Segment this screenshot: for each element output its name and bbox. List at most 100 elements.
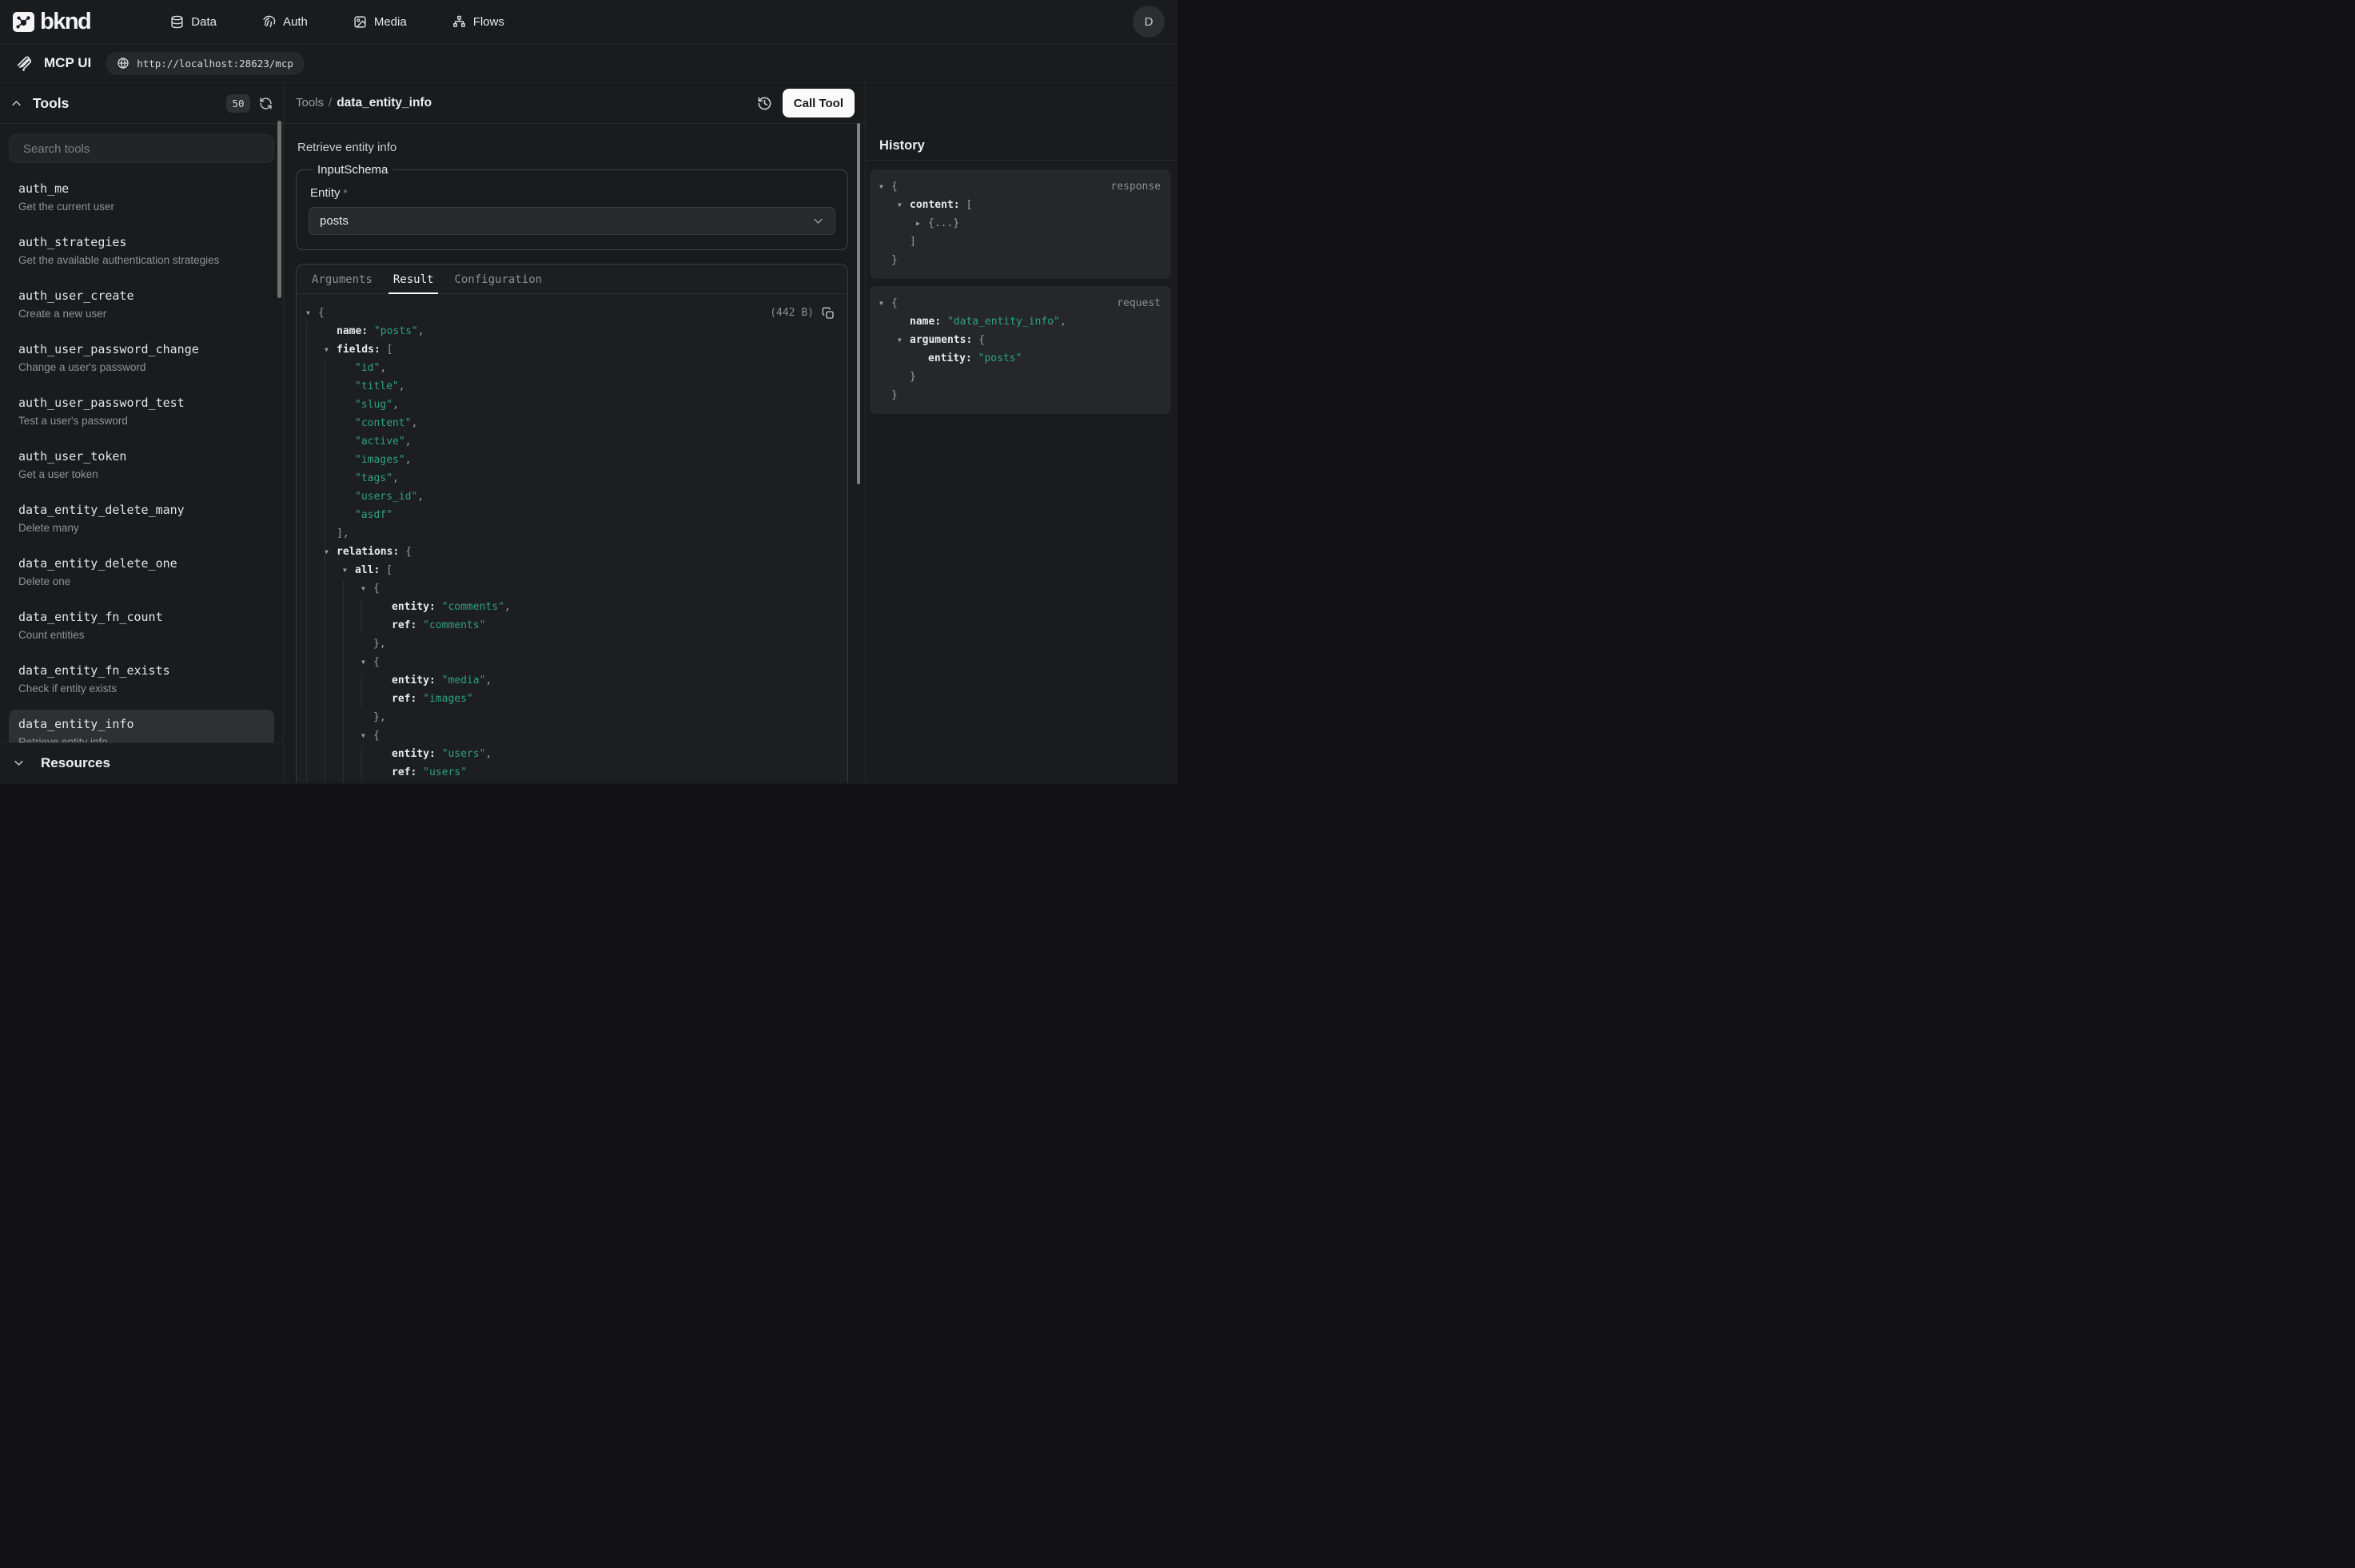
json-row[interactable]: ▼arguments: { [875,331,1162,349]
tool-item-desc: Get a user token [18,468,265,481]
collapse-icon[interactable]: ▼ [343,561,355,579]
collapse-icon[interactable]: ▼ [898,331,910,349]
json-row[interactable]: ▼fields: [ [301,340,836,359]
required-asterisk: * [344,187,348,199]
indent-guide [343,580,344,782]
copy-button[interactable] [822,307,835,320]
collapse-icon[interactable]: ▼ [361,579,373,598]
tool-item-auth_user_token[interactable]: auth_user_tokenGet a user token [9,442,274,488]
tool-item-name: data_entity_fn_count [18,610,265,625]
collapse-icon[interactable]: ▼ [361,726,373,745]
tool-item-auth_me[interactable]: auth_meGet the current user [9,174,274,221]
history-clock-icon [757,96,772,111]
collapse-icon[interactable]: ▼ [361,653,373,671]
json-row[interactable]: ▶{...} [875,214,1162,233]
json-row[interactable]: ▼{ [301,726,836,745]
tool-item-desc: Get the current user [18,200,265,213]
mcp-url-pill[interactable]: http://localhost:28623/mcp [106,52,305,75]
user-avatar[interactable]: D [1133,6,1165,38]
json-row[interactable]: ▼{ [301,304,836,322]
json-row: } [875,386,1162,404]
entity-select-value: posts [320,214,349,228]
search-input[interactable] [22,141,261,157]
nav-item-data[interactable]: Data [170,15,217,29]
call-tool-button[interactable]: Call Tool [783,89,855,117]
json-row[interactable]: ▼content: [ [875,196,1162,214]
nav-label: Flows [473,15,504,29]
tool-item-name: auth_user_password_test [18,396,265,411]
collapse-icon[interactable]: ▼ [879,294,891,312]
tab-result[interactable]: Result [389,266,439,293]
copy-icon [822,307,835,320]
expand-icon[interactable]: ▶ [916,214,928,233]
refresh-tools-button[interactable] [259,97,273,110]
tab-arguments[interactable]: Arguments [307,266,377,293]
json-row: entity: "users", [301,745,836,763]
tool-detail-header: Tools/data_entity_info Call Tool [284,83,865,124]
tool-item-desc: Retrieve entity info [18,735,265,742]
history-entry-response[interactable]: response▼{▼content: [▶{...}]} [870,169,1171,279]
json-row: ref: "comments" [301,616,836,635]
json-row: name: "posts", [301,322,836,340]
json-row: entity: "comments", [301,598,836,616]
brand-name: bknd [40,9,90,35]
json-row[interactable]: ▼all: [ [301,561,836,579]
main-scrollbar[interactable] [857,123,860,484]
json-row[interactable]: ▼{ [301,579,836,598]
tool-item-desc: Delete one [18,575,265,588]
collapse-icon[interactable]: ▼ [325,340,337,359]
tool-item-data_entity_fn_exists[interactable]: data_entity_fn_existsCheck if entity exi… [9,656,274,702]
chevron-down-icon [13,757,25,769]
json-row: }, [301,708,836,726]
result-json-view: ▼{name: "posts",▼fields: ["id","title","… [297,294,847,782]
nav-item-media[interactable]: Media [353,15,407,29]
input-schema-legend: InputSchema [313,163,392,177]
call-history-button[interactable] [757,96,772,111]
history-entry-request[interactable]: request▼{name: "data_entity_info",▼argum… [870,286,1171,414]
collapse-icon[interactable]: ▼ [879,177,891,196]
chevron-down-icon [812,215,824,227]
nav-item-flows[interactable]: Flows [452,15,504,29]
json-row: "asdf" [301,506,836,524]
content-shell: Tools 50 auth_meGet the current user auth… [0,83,1178,782]
tool-item-auth_strategies[interactable]: auth_strategiesGet the available authent… [9,228,274,274]
brand-logo[interactable]: bknd [13,9,90,35]
workflow-icon [452,15,466,29]
tool-item-auth_user_password_test[interactable]: auth_user_password_testTest a user's pas… [9,388,274,435]
breadcrumb-tool-name: data_entity_info [337,96,432,109]
tool-item-data_entity_fn_count[interactable]: data_entity_fn_countCount entities [9,603,274,649]
tools-section-title: Tools [33,95,69,112]
nav-label: Media [374,15,407,29]
fingerprint-icon [262,15,276,29]
tool-item-data_entity_delete_one[interactable]: data_entity_delete_oneDelete one [9,549,274,595]
tool-item-auth_user_create[interactable]: auth_user_createCreate a new user [9,281,274,328]
json-row: "content", [301,414,836,432]
collapse-icon[interactable]: ▼ [898,196,910,214]
history-list: response▼{▼content: [▶{...}]}request▼{na… [866,161,1178,421]
tool-item-data_entity_info[interactable]: data_entity_infoRetrieve entity info [9,710,274,742]
collapse-icon[interactable]: ▼ [325,543,337,561]
sidebar-scrollbar[interactable] [277,121,281,298]
json-row: ] [875,233,1162,251]
entity-select[interactable]: posts [309,207,835,235]
json-row: ], [301,524,836,543]
nav-item-auth[interactable]: Auth [262,15,308,29]
tool-detail-panel: Tools/data_entity_info Call Tool Retriev… [284,83,865,782]
header-actions: Call Tool [757,89,855,117]
json-row: "images", [301,451,836,469]
tool-item-desc: Change a user's password [18,360,265,374]
json-row[interactable]: ▼{ [301,653,836,671]
breadcrumb-section[interactable]: Tools [296,96,324,109]
tool-item-auth_user_password_change[interactable]: auth_user_password_changeChange a user's… [9,335,274,381]
resources-section-header[interactable]: Resources [0,742,283,782]
tool-item-data_entity_delete_many[interactable]: data_entity_delete_manyDelete many [9,495,274,542]
globe-icon [117,57,130,70]
history-title: History [879,138,925,153]
json-row[interactable]: ▼relations: { [301,543,836,561]
tools-section-header[interactable]: Tools 50 [0,83,283,124]
indent-guide [361,673,362,708]
tab-configuration[interactable]: Configuration [449,266,547,293]
tool-item-name: auth_user_create [18,289,265,304]
collapse-icon[interactable]: ▼ [306,304,318,322]
indent-guide [306,321,307,782]
